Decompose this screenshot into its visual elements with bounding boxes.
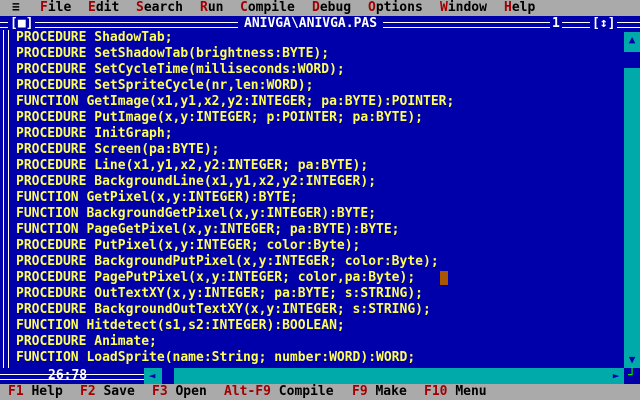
code-line: PROCEDURE BackgroundOutTextXY(x,y:INTEGE…: [16, 302, 431, 317]
menu-debug-hotkey: D: [312, 0, 320, 15]
code-line: PROCEDURE PutPixel(x,y:INTEGER; color:By…: [16, 238, 361, 253]
text-cursor: [440, 271, 448, 285]
fkey-menu-label: Menu: [455, 384, 487, 399]
code-line: PROCEDURE InitGraph;: [16, 126, 173, 141]
code-line: PROCEDURE Screen(pa:BYTE);: [16, 142, 220, 157]
code-line: PROCEDURE SetShadowTab(brightness:BYTE);: [16, 46, 330, 61]
menu-search-label: earch: [143, 0, 183, 15]
fkey-help-label: Help: [31, 384, 63, 399]
menu-window-label: indow: [447, 0, 487, 15]
scroll-down-arrow-icon[interactable]: ▼: [624, 352, 640, 368]
fkey-menu[interactable]: F10 Menu: [424, 384, 487, 400]
menu-help-label: elp: [511, 0, 536, 15]
menu-file[interactable]: File: [40, 0, 71, 16]
horizontal-scrollbar[interactable]: ◄ ►: [144, 368, 624, 384]
menu-help-hotkey: H: [504, 0, 512, 15]
code-line: PROCEDURE Line(x1,y1,x2,y2:INTEGER; pa:B…: [16, 158, 369, 173]
fkey-compile-label: Compile: [278, 384, 334, 399]
menu-debug-label: ebug: [319, 0, 352, 15]
menu-run-label: un: [207, 0, 224, 15]
code-line: PROCEDURE ShadowTab;: [16, 30, 173, 45]
fkey-make-label: Make: [375, 384, 407, 399]
fkey-compile[interactable]: Alt-F9 Compile: [224, 384, 334, 400]
menu-search[interactable]: Search: [136, 0, 183, 16]
code-line: FUNCTION GetImage(x1,y1,x2,y2:INTEGER; p…: [16, 94, 455, 109]
vertical-scrollbar[interactable]: ▲ ▼: [624, 32, 640, 368]
code-line: FUNCTION LoadSprite(name:String; number:…: [16, 350, 416, 365]
function-key-bar: F1 Help F2 Save F3 Open Alt-F9 Compile F…: [0, 384, 640, 400]
resize-corner-icon[interactable]: ┘: [624, 368, 640, 384]
vertical-scroll-thumb[interactable]: [624, 52, 640, 68]
left-window-border: [3, 30, 9, 378]
scroll-up-arrow-icon[interactable]: ▲: [624, 32, 640, 48]
close-box-glyph: [■]: [10, 16, 34, 31]
code-line: PROCEDURE BackgroundPutPixel(x,y:INTEGER…: [16, 254, 439, 269]
fkey-save-label: Save: [103, 384, 135, 399]
code-line: PROCEDURE SetSpriteCycle(nr,len:WORD);: [16, 78, 314, 93]
code-line: PROCEDURE PutImage(x,y:INTEGER; p:POINTE…: [16, 110, 423, 125]
fkey-save-key: F2: [80, 384, 96, 399]
menu-window[interactable]: Window: [440, 0, 487, 16]
code-line: PROCEDURE SetCycleTime(milliseconds:WORD…: [16, 62, 345, 77]
fkey-help[interactable]: F1 Help: [8, 384, 63, 400]
menu-file-label: ile: [47, 0, 72, 15]
menu-file-hotkey: F: [40, 0, 48, 15]
menu-compile-label: ompile: [247, 0, 295, 15]
fkey-help-key: F1: [8, 384, 24, 399]
fkey-menu-key: F10: [424, 384, 448, 399]
fkey-open-label: Open: [175, 384, 207, 399]
code-line: PROCEDURE PagePutPixel(x,y:INTEGER; colo…: [16, 270, 416, 285]
fkey-open-key: F3: [152, 384, 168, 399]
menu-run-hotkey: R: [200, 0, 208, 15]
code-line: PROCEDURE Animate;: [16, 334, 157, 349]
menu-run[interactable]: Run: [200, 0, 223, 16]
code-line: PROCEDURE OutTextXY(x,y:INTEGER; pa:BYTE…: [16, 286, 423, 301]
code-line: PROCEDURE BackgroundLine(x1,y1,x2,y2:INT…: [16, 174, 377, 189]
menu-options-hotkey: O: [368, 0, 376, 15]
fkey-make[interactable]: F9 Make: [352, 384, 407, 400]
code-line: FUNCTION BackgroundGetPixel(x,y:INTEGER)…: [16, 206, 377, 221]
fkey-open[interactable]: F3 Open: [152, 384, 207, 400]
fkey-compile-key: Alt-F9: [224, 384, 271, 399]
menu-search-hotkey: S: [136, 0, 144, 15]
menu-help[interactable]: Help: [504, 0, 535, 16]
menu-debug[interactable]: Debug: [312, 0, 351, 16]
menu-compile[interactable]: Compile: [240, 0, 295, 16]
code-line: FUNCTION Hitdetect(s1,s2:INTEGER):BOOLEA…: [16, 318, 345, 333]
menu-edit[interactable]: Edit: [88, 0, 119, 16]
code-line: FUNCTION GetPixel(x,y:INTEGER):BYTE;: [16, 190, 298, 205]
cursor-position-indicator: 26:78: [48, 368, 88, 383]
menu-bar: ≡ File Edit Search Run Compile Debug Opt…: [0, 0, 640, 16]
menu-options-label: ptions: [375, 0, 423, 15]
menu-options[interactable]: Options: [368, 0, 423, 16]
scroll-right-arrow-icon[interactable]: ►: [608, 368, 624, 384]
code-line: FUNCTION PageGetPixel(x,y:INTEGER; pa:BY…: [16, 222, 400, 237]
fkey-save[interactable]: F2 Save: [80, 384, 135, 400]
scroll-left-arrow-icon[interactable]: ◄: [144, 368, 160, 384]
menu-edit-label: dit: [95, 0, 120, 15]
fkey-make-key: F9: [352, 384, 368, 399]
menu-compile-hotkey: C: [240, 0, 248, 15]
zoom-box-glyph: [↕]: [592, 16, 616, 31]
system-menu-icon[interactable]: ≡: [12, 0, 20, 16]
menu-edit-hotkey: E: [88, 0, 96, 15]
horizontal-scroll-thumb[interactable]: [162, 368, 174, 384]
menu-window-hotkey: W: [440, 0, 448, 15]
window-bottom-bar: 26:78 ◄ ► ┘: [0, 368, 640, 384]
code-editor-area[interactable]: PROCEDURE ShadowTab; PROCEDURE SetShadow…: [16, 30, 624, 370]
editor-window: [■] ANIVGA\ANIVGA.PAS 1 [↕] PROCEDURE Sh…: [0, 16, 640, 384]
